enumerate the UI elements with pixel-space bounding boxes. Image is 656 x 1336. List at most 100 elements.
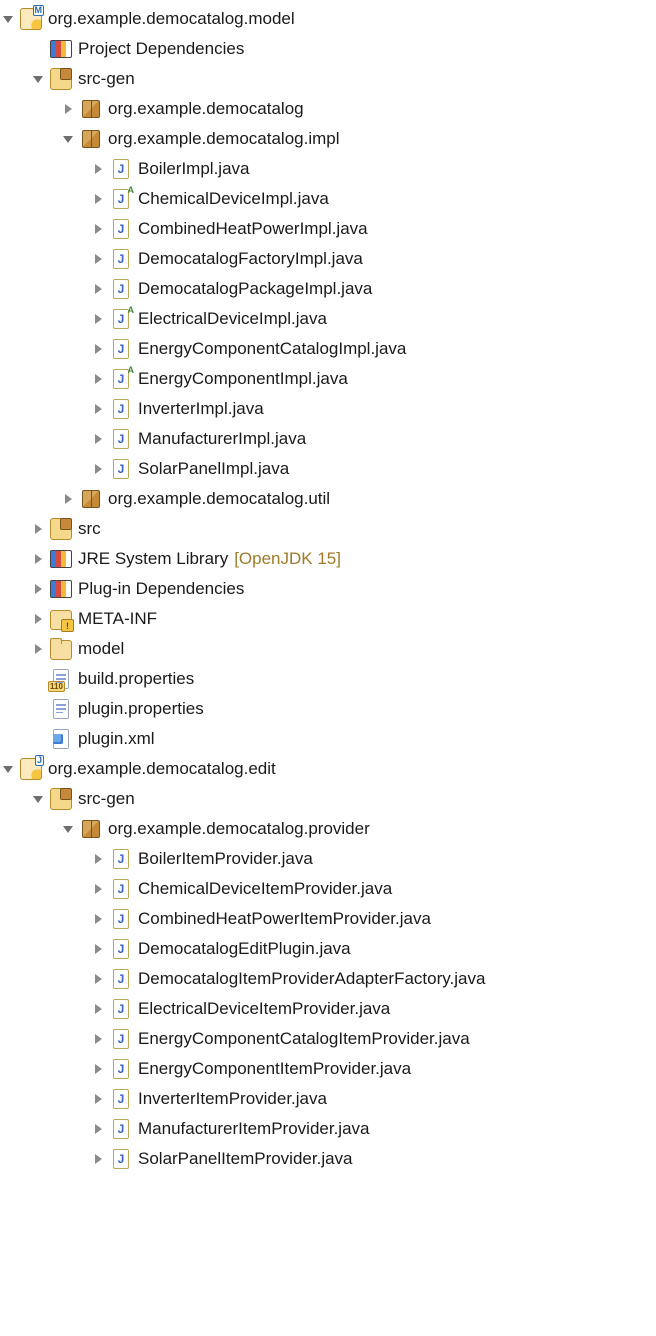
disclosure-right-icon[interactable]	[90, 971, 106, 987]
disclosure-right-icon[interactable]	[90, 221, 106, 237]
tree-item[interactable]: plugin.properties	[0, 694, 656, 724]
tree-item[interactable]: SolarPanelItemProvider.java	[0, 1144, 656, 1174]
tree-item[interactable]: DemocatalogEditPlugin.java	[0, 934, 656, 964]
tree-item[interactable]: DemocatalogFactoryImpl.java	[0, 244, 656, 274]
tree-item[interactable]: src	[0, 514, 656, 544]
file-icon	[50, 698, 72, 720]
tree-item[interactable]: EnergyComponentItemProvider.java	[0, 1054, 656, 1084]
disclosure-right-icon[interactable]	[30, 611, 46, 627]
tree-item[interactable]: BoilerItemProvider.java	[0, 844, 656, 874]
disclosure-right-icon[interactable]	[60, 491, 76, 507]
tree-item[interactable]: plugin.xml	[0, 724, 656, 754]
disclosure-right-icon[interactable]	[90, 461, 106, 477]
java-file-icon	[110, 848, 132, 870]
disclosure-right-icon[interactable]	[90, 281, 106, 297]
java-file-icon	[110, 338, 132, 360]
tree-item[interactable]: BoilerImpl.java	[0, 154, 656, 184]
disclosure-right-icon[interactable]	[90, 191, 106, 207]
disclosure-right-icon[interactable]	[90, 911, 106, 927]
tree-item[interactable]: Project Dependencies	[0, 34, 656, 64]
tree-item[interactable]: org.example.democatalog.model	[0, 4, 656, 34]
disclosure-right-icon[interactable]	[90, 1061, 106, 1077]
disclosure-down-icon[interactable]	[60, 821, 76, 837]
tree-item[interactable]: ManufacturerItemProvider.java	[0, 1114, 656, 1144]
disclosure-right-icon[interactable]	[90, 161, 106, 177]
disclosure-right-icon[interactable]	[90, 1091, 106, 1107]
disclosure-right-icon[interactable]	[30, 581, 46, 597]
package-icon	[80, 98, 102, 120]
disclosure-right-icon[interactable]	[90, 1151, 106, 1167]
disclosure-spacer	[30, 41, 46, 57]
tree-item[interactable]: 110build.properties	[0, 664, 656, 694]
disclosure-right-icon[interactable]	[30, 551, 46, 567]
tree-item[interactable]: org.example.democatalog.provider	[0, 814, 656, 844]
tree-item[interactable]: CombinedHeatPowerItemProvider.java	[0, 904, 656, 934]
source-folder-icon	[50, 68, 72, 90]
disclosure-down-icon[interactable]	[0, 11, 16, 27]
disclosure-down-icon[interactable]	[60, 131, 76, 147]
tree-item[interactable]: META-INF	[0, 604, 656, 634]
tree-item[interactable]: AElectricalDeviceImpl.java	[0, 304, 656, 334]
disclosure-down-icon[interactable]	[30, 71, 46, 87]
package-explorer-tree[interactable]: org.example.democatalog.model Project Dep…	[0, 4, 656, 1174]
package-icon	[80, 128, 102, 150]
java-file-icon	[110, 278, 132, 300]
tree-item-label: CombinedHeatPowerItemProvider.java	[138, 909, 431, 929]
disclosure-right-icon[interactable]	[90, 311, 106, 327]
file-warning-icon: 110	[50, 668, 72, 690]
disclosure-right-icon[interactable]	[30, 521, 46, 537]
disclosure-right-icon[interactable]	[60, 101, 76, 117]
java-abstract-file-icon: A	[110, 188, 132, 210]
tree-item[interactable]: src-gen	[0, 64, 656, 94]
tree-item[interactable]: org.example.democatalog	[0, 94, 656, 124]
tree-item-label: DemocatalogPackageImpl.java	[138, 279, 372, 299]
disclosure-right-icon[interactable]	[90, 1121, 106, 1137]
disclosure-right-icon[interactable]	[90, 881, 106, 897]
tree-item-label: src	[78, 519, 101, 539]
tree-item[interactable]: ChemicalDeviceItemProvider.java	[0, 874, 656, 904]
folder-warning-icon	[50, 608, 72, 630]
disclosure-down-icon[interactable]	[0, 761, 16, 777]
java-abstract-file-icon: A	[110, 308, 132, 330]
tree-item[interactable]: EnergyComponentCatalogImpl.java	[0, 334, 656, 364]
disclosure-right-icon[interactable]	[90, 941, 106, 957]
disclosure-right-icon[interactable]	[90, 1031, 106, 1047]
tree-item[interactable]: SolarPanelImpl.java	[0, 454, 656, 484]
tree-item[interactable]: org.example.democatalog.impl	[0, 124, 656, 154]
tree-item-label: model	[78, 639, 124, 659]
tree-item-label: org.example.democatalog.impl	[108, 129, 340, 149]
tree-item-label: EnergyComponentCatalogItemProvider.java	[138, 1029, 470, 1049]
tree-item[interactable]: EnergyComponentCatalogItemProvider.java	[0, 1024, 656, 1054]
tree-item-label: DemocatalogFactoryImpl.java	[138, 249, 363, 269]
disclosure-down-icon[interactable]	[30, 791, 46, 807]
tree-item-label: InverterItemProvider.java	[138, 1089, 327, 1109]
disclosure-right-icon[interactable]	[90, 431, 106, 447]
tree-item[interactable]: DemocatalogItemProviderAdapterFactory.ja…	[0, 964, 656, 994]
tree-item[interactable]: InverterImpl.java	[0, 394, 656, 424]
disclosure-right-icon[interactable]	[30, 641, 46, 657]
tree-item[interactable]: org.example.democatalog.edit	[0, 754, 656, 784]
tree-item[interactable]: ElectricalDeviceItemProvider.java	[0, 994, 656, 1024]
disclosure-right-icon[interactable]	[90, 401, 106, 417]
tree-item[interactable]: InverterItemProvider.java	[0, 1084, 656, 1114]
tree-item[interactable]: src-gen	[0, 784, 656, 814]
tree-item[interactable]: org.example.democatalog.util	[0, 484, 656, 514]
tree-item-label: EnergyComponentCatalogImpl.java	[138, 339, 406, 359]
disclosure-right-icon[interactable]	[90, 341, 106, 357]
disclosure-right-icon[interactable]	[90, 371, 106, 387]
tree-item[interactable]: ManufacturerImpl.java	[0, 424, 656, 454]
disclosure-right-icon[interactable]	[90, 251, 106, 267]
disclosure-right-icon[interactable]	[90, 851, 106, 867]
tree-item[interactable]: CombinedHeatPowerImpl.java	[0, 214, 656, 244]
tree-item-label: ChemicalDeviceImpl.java	[138, 189, 329, 209]
tree-item[interactable]: DemocatalogPackageImpl.java	[0, 274, 656, 304]
tree-item-label: Plug-in Dependencies	[78, 579, 244, 599]
tree-item[interactable]: model	[0, 634, 656, 664]
tree-item[interactable]: AEnergyComponentImpl.java	[0, 364, 656, 394]
tree-item[interactable]: Plug-in Dependencies	[0, 574, 656, 604]
disclosure-right-icon[interactable]	[90, 1001, 106, 1017]
tree-item[interactable]: A ChemicalDeviceImpl.java	[0, 184, 656, 214]
tree-item-label: org.example.democatalog.model	[48, 9, 295, 29]
tree-item[interactable]: JRE System Library[OpenJDK 15]	[0, 544, 656, 574]
tree-item-label: JRE System Library	[78, 549, 228, 569]
